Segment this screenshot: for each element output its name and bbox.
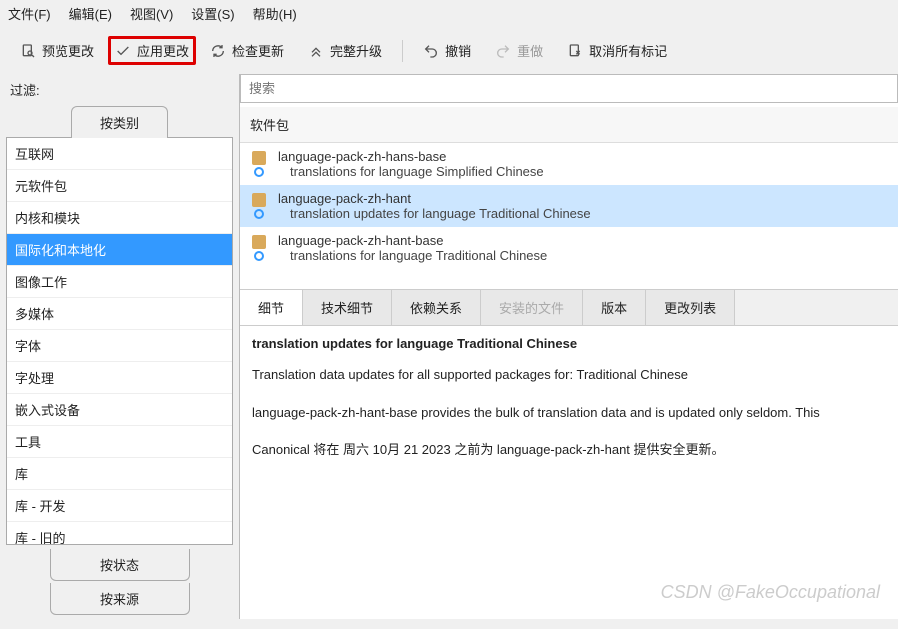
detail-paragraph: Translation data updates for all support… — [252, 365, 886, 385]
separator — [402, 40, 403, 62]
package-desc: translations for language Simplified Chi… — [278, 164, 544, 179]
tab-by-status[interactable]: 按状态 — [50, 549, 190, 581]
package-desc: translations for language Traditional Ch… — [278, 248, 547, 263]
left-pane: 过滤: 按类别 互联网 元软件包 内核和模块 国际化和本地化 图像工作 多媒体 … — [0, 74, 240, 619]
package-row[interactable]: language-pack-zh-hant translation update… — [240, 185, 898, 227]
preview-label: 预览更改 — [42, 41, 94, 60]
category-item[interactable]: 库 - 开发 — [7, 490, 232, 522]
package-desc: translation updates for language Traditi… — [278, 206, 591, 221]
category-item[interactable]: 国际化和本地化 — [7, 234, 232, 266]
category-item[interactable]: 库 — [7, 458, 232, 490]
tab-tech-details[interactable]: 技术细节 — [303, 290, 392, 325]
package-name: language-pack-zh-hant-base — [278, 233, 547, 248]
category-list[interactable]: 互联网 元软件包 内核和模块 国际化和本地化 图像工作 多媒体 字体 字处理 嵌… — [6, 137, 233, 545]
double-up-icon — [308, 43, 324, 59]
package-icon — [250, 235, 268, 261]
package-icon — [250, 193, 268, 219]
tab-details[interactable]: 细节 — [240, 290, 303, 325]
tab-dependencies[interactable]: 依赖关系 — [392, 290, 481, 325]
clear-marks-label: 取消所有标记 — [589, 41, 667, 60]
category-item[interactable]: 图像工作 — [7, 266, 232, 298]
category-item[interactable]: 字处理 — [7, 362, 232, 394]
undo-label: 撤销 — [445, 41, 471, 60]
detail-title: translation updates for language Traditi… — [252, 336, 886, 351]
apply-label: 应用更改 — [137, 41, 189, 60]
tab-by-category[interactable]: 按类别 — [71, 106, 168, 138]
package-row[interactable]: language-pack-zh-hans-base translations … — [240, 143, 898, 185]
filter-label: 过滤: — [0, 74, 239, 105]
package-row[interactable]: language-pack-zh-hant-base translations … — [240, 227, 898, 269]
menu-help[interactable]: 帮助(H) — [253, 4, 297, 23]
tab-changes[interactable]: 更改列表 — [646, 290, 735, 325]
package-list[interactable]: language-pack-zh-hans-base translations … — [240, 143, 898, 269]
detail-tabs: 细节 技术细节 依赖关系 安装的文件 版本 更改列表 — [240, 289, 898, 326]
detail-paragraph: Canonical 将在 周六 10月 21 2023 之前为 language… — [252, 440, 886, 460]
clear-marks-button[interactable]: 取消所有标记 — [557, 35, 677, 66]
undo-button[interactable]: 撤销 — [413, 35, 481, 66]
category-item[interactable]: 内核和模块 — [7, 202, 232, 234]
document-search-icon — [20, 43, 36, 59]
category-item[interactable]: 库 - 旧的 — [7, 522, 232, 545]
category-item[interactable]: 嵌入式设备 — [7, 394, 232, 426]
menu-settings[interactable]: 设置(S) — [191, 4, 234, 23]
check-icon — [115, 43, 131, 59]
check-label: 检查更新 — [232, 41, 284, 60]
tab-version[interactable]: 版本 — [583, 290, 646, 325]
detail-paragraph: language-pack-zh-hant-base provides the … — [252, 403, 886, 423]
category-item[interactable]: 字体 — [7, 330, 232, 362]
undo-icon — [423, 43, 439, 59]
category-item[interactable]: 元软件包 — [7, 170, 232, 202]
preview-changes-button[interactable]: 预览更改 — [10, 35, 104, 66]
detail-body: translation updates for language Traditi… — [240, 326, 898, 619]
apply-changes-button[interactable]: 应用更改 — [108, 36, 196, 65]
menu-edit[interactable]: 编辑(E) — [69, 4, 112, 23]
category-item[interactable]: 互联网 — [7, 138, 232, 170]
full-upgrade-label: 完整升级 — [330, 41, 382, 60]
category-item[interactable]: 工具 — [7, 426, 232, 458]
menu-file[interactable]: 文件(F) — [8, 4, 51, 23]
package-name: language-pack-zh-hant — [278, 191, 591, 206]
right-pane: 软件包 language-pack-zh-hans-base translati… — [240, 74, 898, 619]
category-item[interactable]: 多媒体 — [7, 298, 232, 330]
full-upgrade-button[interactable]: 完整升级 — [298, 35, 392, 66]
redo-button[interactable]: 重做 — [485, 35, 553, 66]
refresh-icon — [210, 43, 226, 59]
search-input[interactable] — [240, 74, 898, 103]
package-name: language-pack-zh-hans-base — [278, 149, 544, 164]
toolbar: 预览更改 应用更改 检查更新 完整升级 撤销 重做 取消所有标记 — [0, 27, 898, 74]
package-icon — [250, 151, 268, 177]
menu-view[interactable]: 视图(V) — [130, 4, 173, 23]
document-x-icon — [567, 43, 583, 59]
redo-label: 重做 — [517, 41, 543, 60]
redo-icon — [495, 43, 511, 59]
tab-installed-files[interactable]: 安装的文件 — [481, 290, 583, 325]
menubar: 文件(F) 编辑(E) 视图(V) 设置(S) 帮助(H) — [0, 0, 898, 27]
tab-by-source[interactable]: 按来源 — [50, 583, 190, 615]
check-updates-button[interactable]: 检查更新 — [200, 35, 294, 66]
package-list-header: 软件包 — [240, 107, 898, 143]
